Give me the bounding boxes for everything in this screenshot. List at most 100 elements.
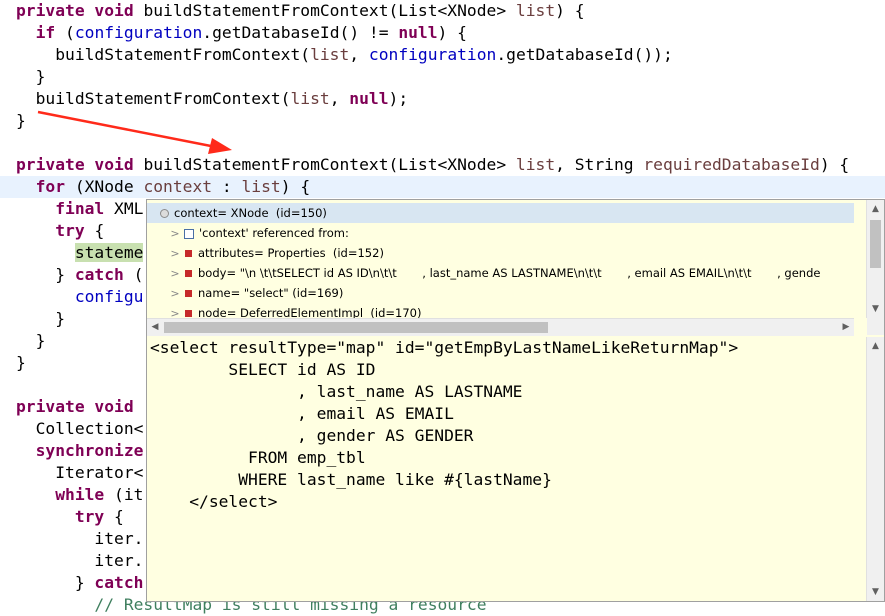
- variable-tree[interactable]: context= XNode (id=150) > 'context' refere…: [147, 200, 854, 318]
- code-token: void: [94, 397, 144, 416]
- code-token: while: [55, 485, 115, 504]
- code-token: requiredDatabaseId: [643, 155, 820, 174]
- tree-row[interactable]: > body= "\n \t\tSELECT id AS ID\n\t\t , l…: [147, 263, 854, 283]
- detail-line: , gender AS GENDER: [150, 426, 474, 445]
- code-token: try: [74, 507, 115, 526]
- code-token: private: [16, 397, 95, 416]
- tree-row[interactable]: > name= "select" (id=169): [147, 283, 854, 303]
- tree-row-label: body= "\n \t\tSELECT id AS ID\n\t\t , la…: [198, 266, 821, 280]
- code-token: }: [16, 265, 75, 284]
- detail-line: </select>: [150, 492, 278, 511]
- scroll-up-icon[interactable]: ▲: [867, 202, 884, 216]
- field-icon: [185, 310, 192, 317]
- tree-row[interactable]: context= XNode (id=150): [147, 203, 854, 223]
- code-token: ) {: [437, 23, 467, 42]
- code-token: Iterator<: [16, 463, 144, 482]
- code-line[interactable]: buildStatementFromContext(list, null);: [0, 88, 885, 110]
- value-detail-pane[interactable]: <select resultType="map" id="getEmpByLas…: [147, 337, 854, 601]
- scroll-down-icon[interactable]: ▼: [867, 302, 884, 316]
- code-token: ) {: [555, 1, 585, 20]
- tree-row[interactable]: > node= DeferredElementImpl (id=170): [147, 303, 854, 318]
- code-token: }: [16, 353, 26, 372]
- tree-horizontal-scrollbar[interactable]: ◀ ▶: [147, 318, 854, 336]
- debug-hover-popup[interactable]: context= XNode (id=150) > 'context' refere…: [146, 199, 885, 602]
- scrollbar-thumb[interactable]: [164, 322, 548, 333]
- code-token: ,: [329, 89, 350, 108]
- code-token: null: [349, 89, 389, 108]
- code-token: (XNode: [74, 177, 144, 196]
- code-line[interactable]: buildStatementFromContext(list, configur…: [0, 44, 885, 66]
- code-token: buildStatementFromContext(List<XNode>: [143, 155, 516, 174]
- code-token: private: [16, 1, 95, 20]
- tree-vertical-scrollbar[interactable]: ▲ ▼: [866, 200, 884, 318]
- detail-line: WHERE last_name like #{lastName}: [150, 470, 552, 489]
- code-token: XML: [114, 199, 144, 218]
- code-line[interactable]: if (configuration.getDatabaseId() != nul…: [0, 22, 885, 44]
- detail-vertical-scrollbar[interactable]: ▲ ▼: [866, 337, 884, 601]
- code-token: }: [16, 331, 46, 350]
- code-line[interactable]: }: [0, 66, 885, 88]
- code-line[interactable]: private void buildStatementFromContext(L…: [0, 0, 885, 22]
- code-token: {: [94, 221, 105, 240]
- code-token: void: [94, 155, 144, 174]
- code-token: catch: [74, 265, 134, 284]
- code-token: null: [398, 23, 438, 42]
- code-token: configu: [74, 287, 144, 306]
- scrollbar-thumb[interactable]: [870, 220, 881, 268]
- code-token: final: [55, 199, 115, 218]
- expand-chevron-icon[interactable]: >: [169, 244, 181, 263]
- tree-row[interactable]: > 'context' referenced from:: [147, 223, 854, 243]
- code-token: ) {: [819, 155, 850, 174]
- code-token: }: [16, 67, 46, 86]
- code-token: configuration: [368, 45, 497, 64]
- code-token: iter.: [16, 529, 144, 548]
- code-token: catch: [94, 573, 144, 592]
- code-line[interactable]: [0, 132, 885, 154]
- code-token: ) {: [280, 177, 311, 196]
- expand-chevron-icon[interactable]: >: [169, 284, 181, 303]
- code-token: context: [143, 177, 213, 196]
- expand-chevron-icon[interactable]: >: [169, 304, 181, 318]
- detail-line: <select resultType="map" id="getEmpByLas…: [150, 338, 739, 357]
- code-token: (it: [114, 485, 144, 504]
- detail-line: SELECT id AS ID: [150, 360, 376, 379]
- code-token: private: [16, 155, 95, 174]
- circle-icon: [160, 209, 169, 218]
- code-token: list: [310, 45, 350, 64]
- tree-row-label: 'context' referenced from:: [199, 226, 349, 240]
- scrollbar-corner: [867, 318, 884, 335]
- code-token: }: [16, 573, 95, 592]
- scroll-up-icon[interactable]: ▲: [867, 339, 884, 353]
- tree-row-label: attributes= Properties (id=152): [198, 246, 384, 260]
- code-line[interactable]: private void buildStatementFromContext(L…: [0, 154, 885, 176]
- code-token: Collection<: [16, 419, 144, 438]
- code-token: }: [16, 111, 26, 130]
- detail-line: , last_name AS LASTNAME: [150, 382, 523, 401]
- tree-row[interactable]: > attributes= Properties (id=152): [147, 243, 854, 263]
- code-token: iter.: [16, 551, 144, 570]
- code-token: void: [94, 1, 144, 20]
- code-line[interactable]: }: [0, 110, 885, 132]
- scroll-right-icon[interactable]: ▶: [838, 319, 854, 336]
- expand-chevron-icon[interactable]: >: [169, 224, 181, 243]
- tree-row-label: node= DeferredElementImpl (id=170): [198, 306, 422, 318]
- expand-chevron-icon[interactable]: >: [169, 264, 181, 283]
- scroll-down-icon[interactable]: ▼: [867, 585, 884, 599]
- code-token: (: [65, 23, 75, 42]
- code-token: try: [55, 221, 95, 240]
- scroll-left-icon[interactable]: ◀: [147, 319, 163, 336]
- field-icon: [185, 270, 192, 277]
- detail-line: , email AS EMAIL: [150, 404, 454, 423]
- code-line[interactable]: for (XNode context : list) {: [0, 176, 885, 198]
- code-token: );: [388, 89, 409, 108]
- code-token: list: [515, 155, 556, 174]
- field-icon: [185, 250, 192, 257]
- code-token: }: [16, 309, 66, 328]
- code-token: for: [35, 177, 75, 196]
